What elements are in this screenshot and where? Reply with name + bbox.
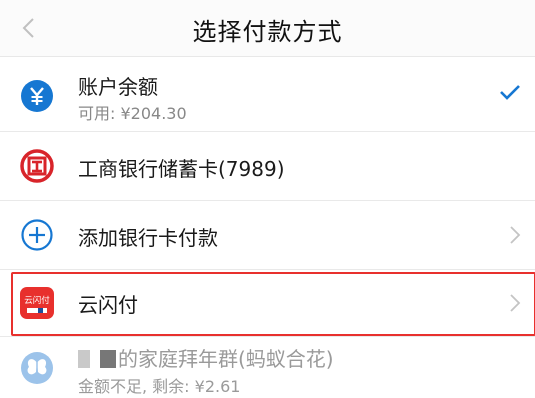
payment-option-label: 账户余额 xyxy=(78,75,158,99)
yen-icon xyxy=(21,80,53,112)
payment-option-icbc-card[interactable]: 工商银行储蓄卡(7989) xyxy=(0,132,535,201)
payment-option-label: 的家庭拜年群(蚂蚁合花) xyxy=(118,347,334,371)
unionpay-logo-text: 云闪付 xyxy=(24,295,50,306)
redacted-name-block xyxy=(78,350,90,368)
page-title: 选择付款方式 xyxy=(192,18,343,46)
payment-option-family-group: 的家庭拜年群(蚂蚁合花) 金额不足, 剩余: ¥2.61 xyxy=(0,337,535,398)
payment-option-label: 工商银行储蓄卡(7989) xyxy=(78,157,285,181)
payment-option-balance[interactable]: 账户余额 可用: ¥204.30 xyxy=(0,57,535,132)
payment-option-unionpay[interactable]: 云闪付 云闪付 xyxy=(0,270,535,337)
payment-option-add-card[interactable]: 添加银行卡付款 xyxy=(0,201,535,270)
unionpay-quickpass-icon: 云闪付 xyxy=(20,287,54,319)
available-balance-text: 可用: ¥204.30 xyxy=(78,104,187,123)
butterfly-icon xyxy=(21,352,53,384)
insufficient-balance-text: 金额不足, 剩余: ¥2.61 xyxy=(78,377,241,396)
header-bar: 选择付款方式 xyxy=(0,0,535,57)
redacted-name-block xyxy=(100,350,116,368)
checkmark-icon xyxy=(500,85,520,100)
chevron-right-icon xyxy=(510,294,521,312)
chevron-right-icon xyxy=(510,226,521,244)
payment-option-label-row: 的家庭拜年群(蚂蚁合花) xyxy=(78,343,334,372)
icbc-logo-icon xyxy=(20,149,54,183)
payment-option-label: 云闪付 xyxy=(78,293,138,317)
plus-circle-icon xyxy=(21,219,53,251)
payment-option-label: 添加银行卡付款 xyxy=(78,226,218,250)
payment-method-screen: 选择付款方式 账户余额 可用: ¥204.30 工商银行储蓄卡(7989) 添加… xyxy=(0,0,535,398)
